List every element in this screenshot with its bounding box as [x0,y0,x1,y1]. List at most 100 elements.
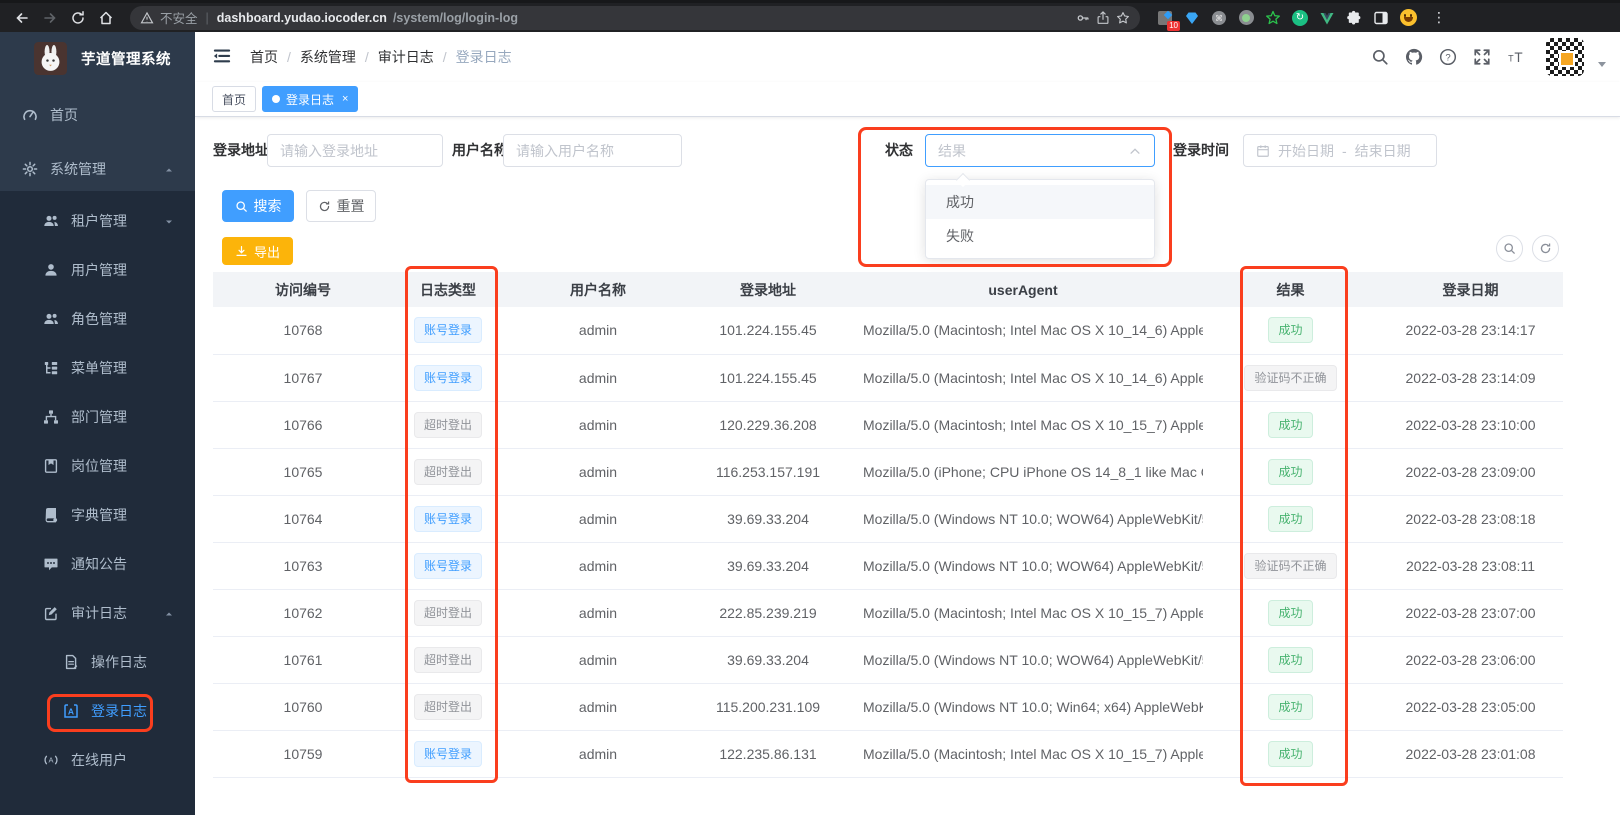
table-row: 10767 账号登录 admin 101.224.155.45 Mozilla/5.0 … [213,354,1563,402]
font-size-icon[interactable]: TT [1506,47,1526,67]
cell-login-address: 122.235.86.131 [693,730,843,778]
book-icon [42,506,60,524]
export-button[interactable]: 导出 [222,237,293,265]
search-button[interactable]: 搜索 [222,190,294,222]
tag-home[interactable]: 首页 [212,86,257,112]
log-type-tag: 超时登出 [413,646,482,673]
sidebar-item-notice-announcement[interactable]: 通知公告 [0,539,195,588]
breadcrumb-audit[interactable]: 审计日志 [378,47,434,67]
recorder-extension-icon[interactable] [1237,9,1255,27]
log-type-tag-cell: 超时登出 [393,589,503,637]
start-date-placeholder[interactable]: 开始日期 [1278,141,1334,161]
tag-login-log[interactable]: 登录日志 × [262,86,359,112]
user-avatar[interactable] [1546,38,1584,76]
cell-login-date: 2022-03-28 23:06:00 [1378,636,1563,684]
sidebar-item-online-user[interactable]: A 在线用户 [0,735,195,784]
table-search-toggle-button[interactable] [1496,235,1523,262]
sidebar-item-label: 在线用户 [71,751,127,768]
cell-login-date: 2022-03-28 23:01:08 [1378,730,1563,778]
cell-visit-id: 10768 [213,307,393,355]
pinia-extension-icon[interactable] [1264,9,1282,27]
password-key-icon[interactable] [1076,11,1090,25]
breadcrumb-home[interactable]: 首页 [250,47,278,67]
result-tag-cell: 成功 [1203,636,1378,684]
table-row: 10765 超时登出 admin 116.253.157.191 Mozilla/5.0… [213,448,1563,496]
app-logo-row[interactable]: 芋道管理系统 [0,32,195,84]
result-tag-cell: 成功 [1203,683,1378,731]
cell-user-agent: Mozilla/5.0 (Macintosh; Intel Mac OS X 1… [843,730,1203,778]
bookmark-star-icon[interactable] [1116,11,1130,25]
log-type-tag: 账号登录 [413,317,482,344]
cell-login-date: 2022-03-28 23:14:09 [1378,354,1563,402]
sidebar-item-system-management[interactable]: 系统管理 [0,142,195,196]
sidebar-item-tenant-management[interactable]: 租户管理 [0,196,195,245]
reset-button[interactable]: 重置 [306,190,376,222]
gear-icon [21,160,39,178]
table-row: 10759 账号登录 admin 122.235.86.131 Mozilla/5.0 … [213,730,1563,778]
result-tag: 验证码不正确 [1244,364,1337,391]
sidebar-item-label: 用户管理 [71,261,127,278]
url-host[interactable]: dashboard.yudao.iocoder.cn [217,11,387,25]
users-icon [42,212,60,230]
login-log-table: 访问编号 日志类型 用户名称 登录地址 userAgent 结果 登录日期 10768 账号登… [213,272,1563,778]
tags-view-bar: 首页 登录日志 × [195,82,1620,117]
header-search-icon[interactable] [1370,47,1390,67]
help-icon[interactable]: ? [1438,47,1458,67]
extension-badge: 10 [1167,20,1180,31]
rabbit-logo [34,41,67,75]
status-option-success[interactable]: 成功 [926,185,1154,219]
browser-reload-icon[interactable] [66,6,90,30]
username-input[interactable]: 请输入用户名称 [503,134,682,167]
avatar-caret-down-icon[interactable] [1598,61,1606,67]
sidebar-item-dept-management[interactable]: 部门管理 [0,392,195,441]
result-tag: 成功 [1268,740,1313,767]
sidebar-collapse-icon[interactable] [212,46,234,68]
result-tag-cell: 成功 [1203,401,1378,449]
profile-avatar-icon[interactable] [1399,9,1417,27]
sidebar-item-login-log[interactable]: A 登录日志 [0,686,195,735]
table-row: 10762 超时登出 admin 222.85.239.219 Mozilla/5.0 … [213,589,1563,637]
share-icon[interactable] [1096,10,1110,25]
browser-menu-icon[interactable]: ⋮ [1432,9,1446,26]
login-time-range-picker[interactable]: 开始日期 - 结束日期 [1243,134,1437,167]
cell-login-address: 120.229.36.208 [693,401,843,449]
sidebar-item-home[interactable]: 首页 [0,88,195,142]
vue-devtools-icon[interactable] [1318,9,1336,27]
svg-text:T: T [1508,54,1514,64]
svg-text:T: T [1514,50,1522,65]
gem-extension-icon[interactable] [1183,9,1201,27]
url-path[interactable]: /system/log/login-log [393,11,518,25]
breadcrumb-system[interactable]: 系统管理 [300,47,356,67]
sidebar-panel-icon[interactable] [1372,9,1390,27]
github-icon[interactable] [1404,47,1424,67]
not-secure-label[interactable]: 不安全 [160,8,198,27]
status-option-fail[interactable]: 失败 [926,219,1154,253]
svg-text:A: A [48,755,53,764]
end-date-placeholder[interactable]: 结束日期 [1355,141,1411,161]
sidebar-item-post-management[interactable]: 岗位管理 [0,441,195,490]
cell-visit-id: 10764 [213,495,393,543]
url-bar[interactable]: 不安全 | dashboard.yudao.iocoder.cn/system/… [130,5,1140,30]
sidebar-item-audit-log[interactable]: 审计日志 [0,588,195,637]
login-address-input[interactable]: 请输入登录地址 [267,134,443,167]
fullscreen-icon[interactable] [1472,47,1492,67]
sidebar-item-label: 部门管理 [71,408,127,425]
browser-home-icon[interactable] [94,6,118,30]
table-refresh-button[interactable] [1532,235,1559,262]
extensions-puzzle-icon[interactable] [1345,9,1363,27]
sync-extension-icon[interactable]: ↻ [1291,9,1309,27]
sidebar-item-menu-management[interactable]: 菜单管理 [0,343,195,392]
sidebar-item-operation-log[interactable]: 操作日志 [0,637,195,686]
browser-back-icon[interactable] [10,6,34,30]
sidebar-item-role-management[interactable]: 角色管理 [0,294,195,343]
tag-close-icon[interactable]: × [342,93,348,105]
caret-up-icon [163,163,175,175]
browser-forward-icon[interactable] [38,6,62,30]
cell-user-agent: Mozilla/5.0 (Macintosh; Intel Mac OS X 1… [843,401,1203,449]
stats-extension-icon[interactable]: 10 [1156,9,1180,31]
sidebar-item-dict-management[interactable]: 字典管理 [0,490,195,539]
screen: 不安全 | dashboard.yudao.iocoder.cn/system/… [0,0,1620,815]
sidebar-item-user-management[interactable]: 用户管理 [0,245,195,294]
command-extension-icon[interactable]: ⌘ [1210,9,1228,27]
status-select[interactable]: 结果 [925,134,1155,167]
